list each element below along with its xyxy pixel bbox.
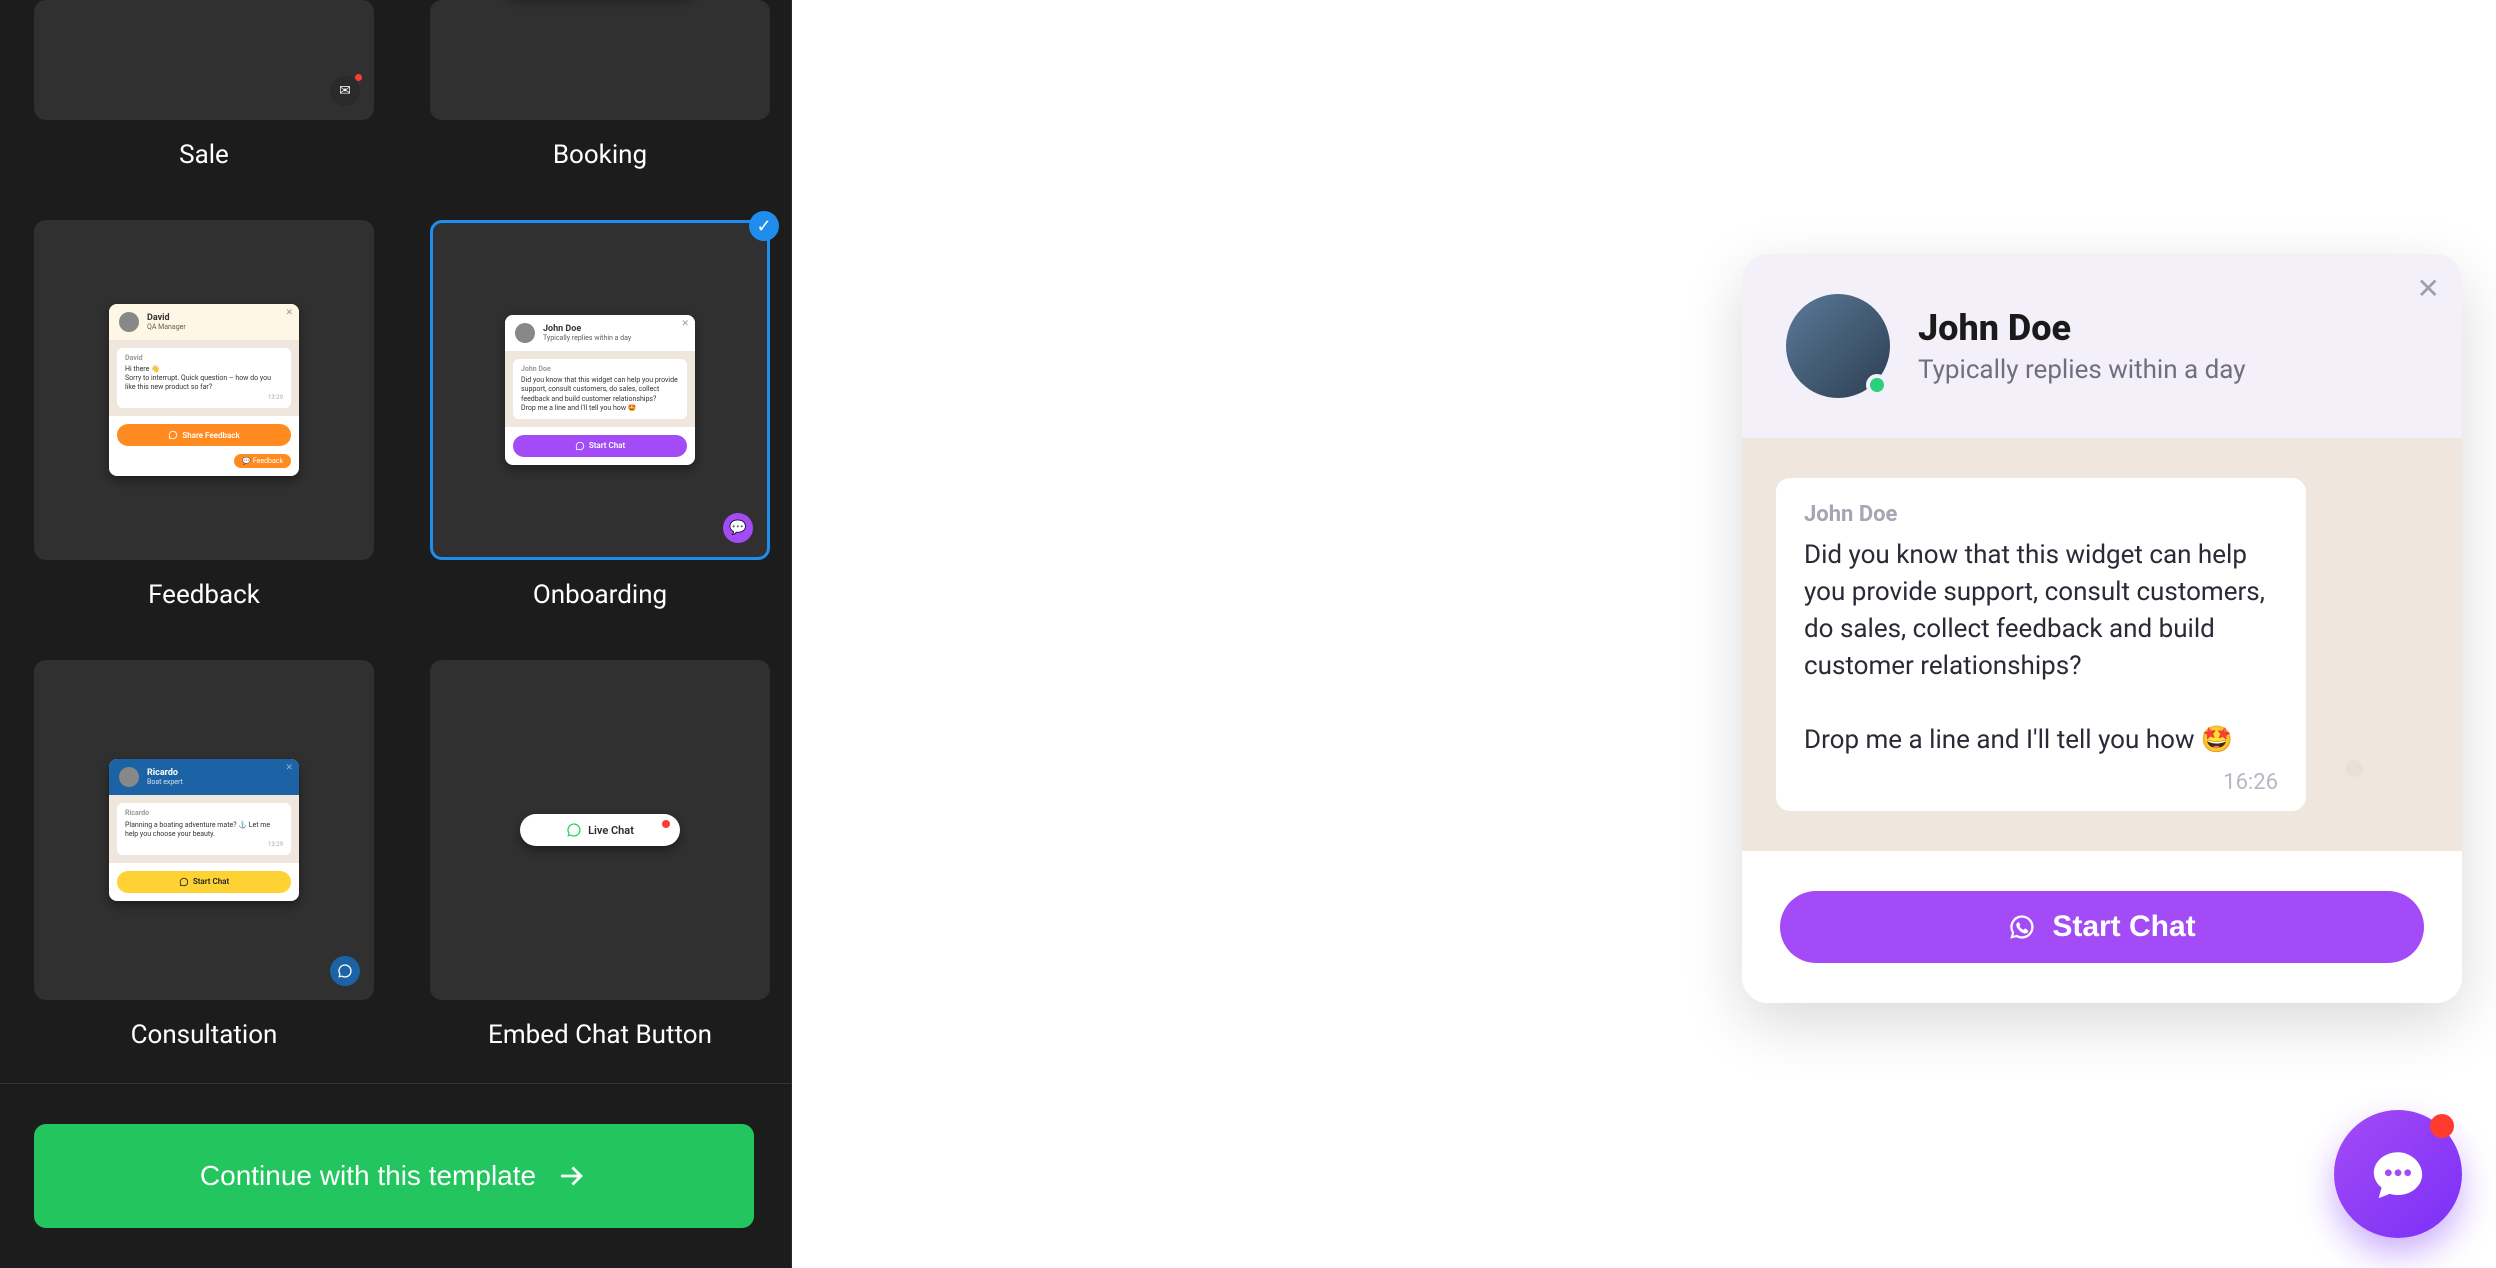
- template-label: Consultation: [131, 1020, 278, 1050]
- mini-avatar: [119, 312, 139, 332]
- arrow-right-icon: [554, 1159, 588, 1193]
- live-chat-pill: Live Chat: [520, 814, 680, 846]
- close-icon: ✕: [2417, 273, 2440, 304]
- close-icon: ✕: [285, 763, 293, 773]
- agent-subtitle: Typically replies within a day: [1918, 355, 2246, 385]
- notification-badge-icon: [2430, 1114, 2454, 1138]
- continue-bar: Continue with this template: [0, 1083, 791, 1268]
- mini-avatar: [119, 767, 139, 787]
- start-chat-label: Start Chat: [2052, 910, 2195, 944]
- mini-avatar: [515, 323, 535, 343]
- chat-header: John Doe Typically replies within a day …: [1742, 254, 2462, 438]
- message-bubble: John Doe Did you know that this widget c…: [1776, 478, 2306, 811]
- continue-button[interactable]: Continue with this template: [34, 1124, 754, 1228]
- preview-area: John Doe Typically replies within a day …: [792, 0, 2496, 1268]
- mini-header: DavidQA Manager✕: [109, 304, 299, 340]
- chat-close-button[interactable]: ✕: [2417, 272, 2440, 305]
- mini-widget: John DoeTypically replies within a day✕J…: [505, 315, 695, 464]
- mini-widget: RicardoBoat expert✕RicardoPlanning a boa…: [109, 759, 299, 900]
- close-icon: ✕: [681, 319, 689, 329]
- notification-dot-icon: [662, 820, 670, 828]
- message-time: 16:26: [1804, 770, 2278, 795]
- mini-button: Start Chat: [513, 435, 687, 457]
- message-from: John Doe: [1804, 502, 2278, 527]
- template-card[interactable]: ✓John DoeTypically replies within a day✕…: [430, 220, 770, 560]
- mini-widget: DavidQA Manager✕DavidHi there 👋Sorry to …: [109, 304, 299, 476]
- mini-fab-icon: ✉: [330, 76, 360, 106]
- mini-fab-icon: 💬: [723, 513, 753, 543]
- mini-chip: 💬 Feedback: [234, 454, 291, 468]
- template-card[interactable]: ⚑Chat with John✉: [34, 0, 374, 120]
- mini-body: John DoeDid you know that this widget ca…: [505, 351, 695, 426]
- whatsapp-icon: [566, 822, 582, 838]
- template-card[interactable]: Live Chat: [430, 660, 770, 1000]
- check-icon: ✓: [749, 211, 779, 241]
- mini-button: Share Feedback: [117, 424, 291, 446]
- template-onboarding[interactable]: ✓John DoeTypically replies within a day✕…: [430, 220, 770, 610]
- mini-button: Start Chat: [117, 871, 291, 893]
- templates-scroll[interactable]: ⚑Chat with John✉ Sale Start Chat📅 Book a R…: [0, 0, 791, 1083]
- presence-indicator-icon: [1866, 374, 1888, 396]
- chat-fab[interactable]: [2334, 1110, 2462, 1238]
- close-icon: ✕: [285, 308, 293, 318]
- message-text: Did you know that this widget can help y…: [1804, 537, 2278, 758]
- templates-grid: ⚑Chat with John✉SaleStart Chat📅 Book a R…: [34, 0, 757, 1050]
- template-feedback[interactable]: DavidQA Manager✕DavidHi there 👋Sorry to …: [34, 220, 374, 610]
- chat-widget: John Doe Typically replies within a day …: [1742, 254, 2462, 1003]
- agent-info: John Doe Typically replies within a day: [1918, 307, 2246, 385]
- whatsapp-icon: [2008, 913, 2036, 941]
- template-card[interactable]: RicardoBoat expert✕RicardoPlanning a boa…: [34, 660, 374, 1000]
- agent-name: John Doe: [1918, 307, 2246, 349]
- template-card[interactable]: DavidQA Manager✕DavidHi there 👋Sorry to …: [34, 220, 374, 560]
- template-embed[interactable]: Live Chat Embed Chat Button: [430, 660, 770, 1050]
- continue-label: Continue with this template: [200, 1160, 536, 1192]
- chat-body: John Doe Did you know that this widget c…: [1742, 438, 2462, 851]
- template-label: Sale: [179, 140, 229, 170]
- template-label: Onboarding: [533, 580, 667, 610]
- mini-header: RicardoBoat expert✕: [109, 759, 299, 795]
- template-booking[interactable]: Start Chat📅 Book a Room Booking: [430, 0, 770, 170]
- template-consultation[interactable]: RicardoBoat expert✕RicardoPlanning a boa…: [34, 660, 374, 1050]
- avatar-wrap: [1786, 294, 1890, 398]
- template-label: Embed Chat Button: [488, 1020, 712, 1050]
- template-sidebar: ⚑Chat with John✉ Sale Start Chat📅 Book a R…: [0, 0, 792, 1268]
- chat-footer: Start Chat: [1742, 851, 2462, 1003]
- mini-header: John DoeTypically replies within a day✕: [505, 315, 695, 351]
- chat-bubble-icon: [2369, 1145, 2427, 1203]
- template-sale[interactable]: ⚑Chat with John✉ Sale: [34, 0, 374, 170]
- template-card[interactable]: Start Chat📅 Book a Room: [430, 0, 770, 120]
- pill-text: Live Chat: [588, 824, 634, 837]
- template-label: Booking: [553, 140, 647, 170]
- start-chat-button[interactable]: Start Chat: [1780, 891, 2424, 963]
- mini-body: DavidHi there 👋Sorry to interrupt. Quick…: [109, 340, 299, 416]
- template-label: Feedback: [148, 580, 260, 610]
- mini-fab-icon: [330, 956, 360, 986]
- mini-body: RicardoPlanning a boating adventure mate…: [109, 795, 299, 862]
